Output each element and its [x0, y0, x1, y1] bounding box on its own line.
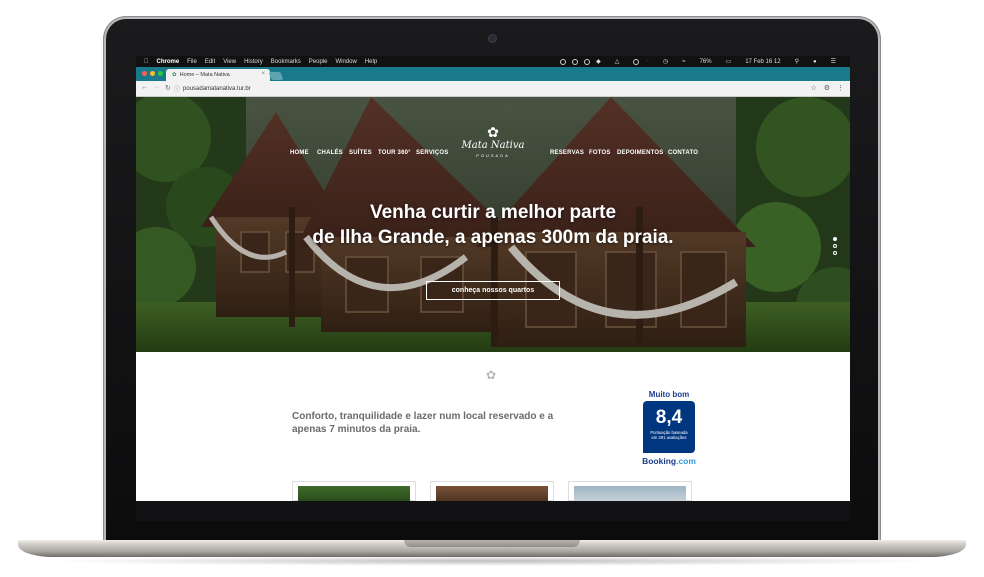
battery-icon[interactable]: ▭ — [726, 58, 732, 65]
camera-icon — [489, 35, 496, 42]
tab-title: Home – Mata Nativa — [179, 72, 230, 78]
intro-section: ✿ Conforto, tranquilidade e lazer num lo… — [136, 352, 850, 501]
booking-caption-2: em 291 avaliações — [651, 435, 687, 440]
slider-dot[interactable] — [833, 244, 837, 248]
browser-tab[interactable]: ✿ Home – Mata Nativa × — [166, 69, 270, 81]
status-app-icon[interactable] — [633, 58, 640, 65]
nav-suites[interactable]: SUÍTES — [349, 150, 372, 156]
mac-menubar:  Chrome File Edit View History Bookmark… — [136, 56, 850, 67]
hero-headline: Venha curtir a melhor parte de Ilha Gran… — [266, 200, 720, 250]
cta-button[interactable]: conheça nossos quartos — [426, 281, 560, 300]
menu-bookmarks[interactable]: Bookmarks — [271, 59, 301, 65]
screen:  Chrome File Edit View History Bookmark… — [136, 56, 850, 501]
flower-divider-icon: ✿ — [486, 368, 497, 382]
nav-depoimentos[interactable]: DEPOIMENTOS — [617, 150, 663, 156]
logo-name: Mata Nativa — [461, 140, 525, 151]
slider-dot[interactable] — [833, 237, 837, 241]
laptop-shadow — [40, 556, 944, 566]
close-tab-icon[interactable]: × — [261, 71, 265, 77]
headline-line-2: de Ilha Grande, a apenas 300m da praia. — [312, 227, 674, 248]
browser-tabbar: ✿ Home – Mata Nativa × — [136, 67, 850, 81]
wifi-icon[interactable]: ≈ — [682, 59, 685, 65]
hero-slider: HOME CHALÉS SUÍTES TOUR 360° SERVIÇOS RE… — [136, 97, 850, 352]
back-icon[interactable]: ← — [141, 84, 148, 92]
slider-dots — [833, 237, 837, 255]
nav-reservas[interactable]: RESERVAS — [550, 150, 584, 156]
booking-logo: Booking.com — [642, 456, 696, 466]
menu-kebab-icon[interactable]: ⋮ — [837, 84, 844, 92]
headline-line-1: Venha curtir a melhor parte — [369, 202, 617, 223]
url-text: pousadamatanativa.tur.br — [183, 85, 251, 92]
nav-chales[interactable]: CHALÉS — [317, 150, 343, 156]
nav-home[interactable]: HOME — [290, 150, 309, 156]
menu-app-name[interactable]: Chrome — [157, 59, 180, 65]
booking-label: Muito bom — [648, 390, 690, 399]
booking-score-box: 8,4 Pontuação baseada em 291 avaliações — [643, 401, 695, 453]
battery-percent[interactable]: 76% — [700, 59, 712, 65]
logo-subtitle: POUSADA — [476, 153, 510, 158]
room-cards — [292, 481, 694, 501]
apple-icon[interactable]:  — [144, 59, 149, 65]
extension-icon[interactable]: ⚙ — [824, 84, 830, 92]
room-card-image — [436, 486, 548, 501]
status-app-icon[interactable] — [560, 58, 567, 65]
logo-flower-icon: ✿ — [487, 124, 499, 140]
timemachine-icon[interactable]: ◷ — [663, 58, 668, 65]
room-card[interactable] — [430, 481, 554, 501]
nav-buttons: ← → ↻ — [141, 84, 171, 92]
room-card-image — [574, 486, 686, 501]
booking-badge[interactable]: Muito bom 8,4 Pontuação baseada em 291 a… — [639, 390, 699, 466]
room-card[interactable] — [568, 481, 692, 501]
intro-tagline: Conforto, tranquilidade e lazer num loca… — [292, 411, 554, 435]
laptop-mockup:  Chrome File Edit View History Bookmark… — [0, 0, 984, 577]
siri-icon[interactable]: ● — [813, 59, 817, 65]
menubar-status: ◆ △ ᛫ ◷ ≈ 76% ▭ 17 Feb 16 12 ⚲ ● ☰ — [560, 56, 844, 67]
room-card[interactable] — [292, 481, 416, 501]
nav-contato[interactable]: CONTATO — [668, 150, 698, 156]
minimize-window-button[interactable] — [150, 71, 155, 76]
site-logo[interactable]: ✿ Mata Nativa POUSADA — [458, 125, 528, 175]
bookmark-star-icon[interactable]: ☆ — [810, 84, 816, 92]
room-card-image — [298, 486, 410, 501]
menu-edit[interactable]: Edit — [205, 59, 215, 65]
bluetooth-icon[interactable]: ᛫ — [645, 59, 649, 65]
new-tab-button[interactable] — [268, 72, 284, 80]
menu-people[interactable]: People — [309, 59, 328, 65]
booking-score: 8,4 — [655, 407, 683, 428]
zoom-window-button[interactable] — [158, 71, 163, 76]
dropbox-icon[interactable]: ◆ — [596, 58, 601, 65]
clock[interactable]: 17 Feb 16 12 — [745, 59, 780, 65]
nav-fotos[interactable]: FOTOS — [589, 150, 611, 156]
notification-center-icon[interactable]: ☰ — [831, 58, 836, 65]
spotlight-icon[interactable]: ⚲ — [795, 58, 799, 65]
close-window-button[interactable] — [142, 71, 147, 76]
slider-dot[interactable] — [833, 251, 837, 255]
nav-servicos[interactable]: SERVIÇOS — [416, 150, 449, 156]
browser-actions: ☆ ⚙ ⋮ — [810, 84, 844, 92]
menu-file[interactable]: File — [187, 59, 197, 65]
address-bar: ← → ↻ ⓘ pousadamatanativa.tur.br ☆ ⚙ ⋮ — [136, 81, 850, 97]
menu-help[interactable]: Help — [365, 59, 377, 65]
window-controls — [142, 71, 163, 76]
laptop-notch — [404, 540, 580, 547]
drive-icon[interactable]: △ — [615, 58, 620, 65]
url-field[interactable]: ⓘ pousadamatanativa.tur.br — [174, 84, 251, 94]
reload-icon[interactable]: ↻ — [165, 84, 171, 92]
forward-icon[interactable]: → — [153, 84, 160, 92]
nav-tour360[interactable]: TOUR 360° — [378, 150, 411, 156]
favicon-icon: ✿ — [172, 72, 177, 78]
info-icon[interactable]: ⓘ — [174, 84, 180, 93]
status-app-icon[interactable] — [584, 58, 591, 65]
menu-window[interactable]: Window — [335, 59, 356, 65]
screen-bezel — [136, 501, 850, 521]
menu-history[interactable]: History — [244, 59, 263, 65]
menu-view[interactable]: View — [223, 59, 236, 65]
status-app-icon[interactable] — [572, 58, 579, 65]
